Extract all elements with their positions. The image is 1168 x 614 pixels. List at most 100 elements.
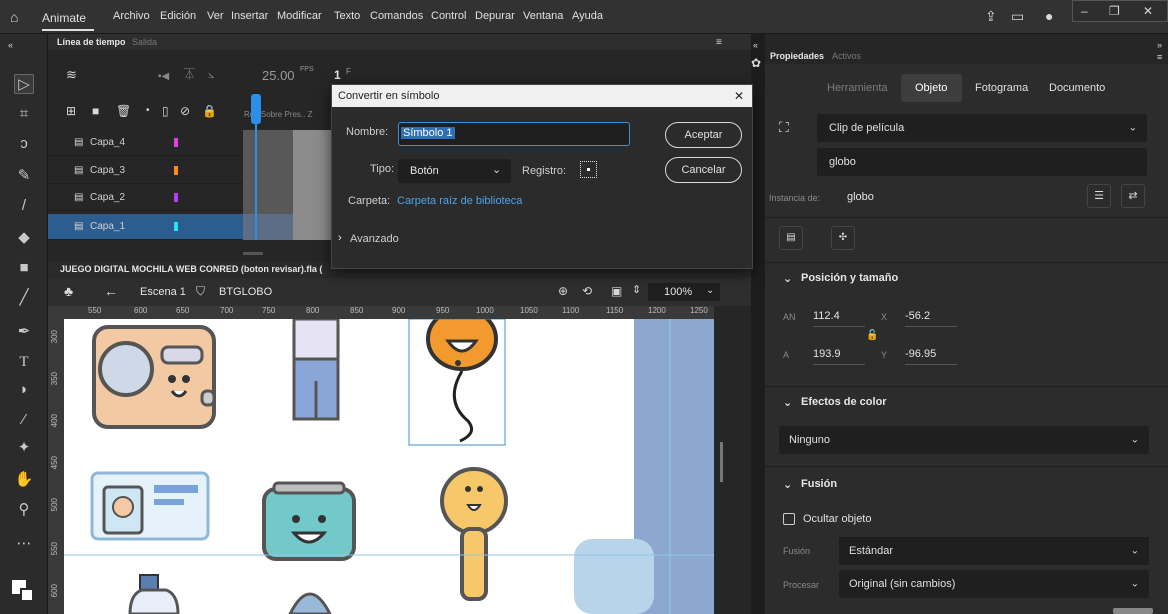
zoom-tool-icon[interactable]: ⚲	[14, 500, 34, 520]
panel-menu-icon[interactable]: ≡	[1157, 50, 1162, 64]
scene-icon[interactable]: ♣	[64, 284, 73, 298]
document-title[interactable]: JUEGO DIGITAL MOCHILA WEB CONRED (boton …	[60, 264, 322, 274]
layer-row[interactable]: ▤ Capa_4	[48, 130, 243, 156]
menu-insertar[interactable]: Insertar	[231, 10, 268, 22]
stage-scrollbar[interactable]	[720, 442, 723, 482]
subtab-fotograma[interactable]: Fotograma	[975, 82, 1028, 94]
lock-icon[interactable]: 🔒	[202, 104, 217, 118]
menu-ver[interactable]: Ver	[207, 10, 224, 22]
hide-icon[interactable]: ⊘	[180, 104, 190, 118]
fill-color-swatch[interactable]	[20, 588, 34, 602]
color-effect-select[interactable]: Ninguno ⌄	[779, 426, 1149, 454]
maximize-icon[interactable]: ❐	[1109, 4, 1120, 18]
registration-grid-icon[interactable]	[580, 161, 597, 178]
symbol-type-select[interactable]: Clip de película ⌄	[817, 114, 1147, 142]
close-icon[interactable]: ✕	[1143, 4, 1153, 18]
layer-name[interactable]: Capa_1	[90, 221, 125, 232]
color-effects-title[interactable]: Efectos de color	[801, 396, 887, 408]
eyedropper-tool-icon[interactable]: ⁄	[14, 410, 34, 430]
parent-icon[interactable]: ⏄	[184, 68, 195, 82]
subtab-herramienta[interactable]: Herramienta	[827, 82, 888, 94]
selection-tool-icon[interactable]: ▷	[14, 74, 34, 94]
menu-control[interactable]: Control	[431, 10, 466, 22]
cancel-button[interactable]: Cancelar	[665, 157, 742, 183]
color-wheel-icon[interactable]: ✿	[751, 56, 761, 70]
hide-object-label[interactable]: Ocultar objeto	[803, 513, 871, 525]
zoom-select[interactable]: 100% ⌄	[648, 283, 720, 301]
graph-icon[interactable]: ⦣	[208, 68, 214, 82]
new-folder-icon[interactable]: ■	[92, 104, 99, 118]
type-select[interactable]: Botón ⌄	[398, 159, 511, 183]
symbol-name[interactable]: BTGLOBO	[219, 286, 272, 298]
ok-button[interactable]: Aceptar	[665, 122, 742, 148]
menu-ventana[interactable]: Ventana	[523, 10, 563, 22]
rectangle-tool-icon[interactable]: ■	[14, 258, 34, 278]
height-value[interactable]: 193.9	[813, 348, 841, 360]
hand-tool-icon[interactable]: ✋	[14, 470, 34, 490]
tab-timeline[interactable]: Línea de tiempo	[57, 37, 126, 47]
layer-name[interactable]: Capa_3	[90, 165, 125, 176]
pen-tool-icon[interactable]: ✒	[14, 322, 34, 342]
lock-ratio-icon[interactable]: 🔓	[866, 329, 878, 343]
close-icon[interactable]: ✕	[734, 89, 744, 103]
hide-object-checkbox[interactable]	[783, 513, 795, 525]
text-tool-icon[interactable]: T	[14, 352, 34, 372]
chevron-down-icon[interactable]: ⌄	[783, 272, 792, 285]
swap-icon[interactable]: ⇄	[1121, 184, 1145, 208]
process-select[interactable]: Original (sin cambios) ⌄	[839, 570, 1149, 598]
keyframes[interactable]	[293, 130, 331, 240]
align-icon[interactable]: ▤	[779, 226, 803, 250]
menu-archivo[interactable]: Archivo	[113, 10, 150, 22]
brush-tool-icon[interactable]: ✎	[14, 166, 34, 186]
bottom-control[interactable]	[1113, 608, 1153, 614]
paint-bucket-tool-icon[interactable]: ◗	[14, 380, 34, 400]
menu-ayuda[interactable]: Ayuda	[572, 10, 603, 22]
blend-title[interactable]: Fusión	[801, 478, 837, 490]
menu-comandos[interactable]: Comandos	[370, 10, 423, 22]
zoom-stepper-icon[interactable]: ⇕	[632, 283, 641, 297]
instance-of-value[interactable]: globo	[847, 191, 874, 203]
new-layer-icon[interactable]: ⊞	[66, 104, 76, 118]
collapse-icon[interactable]: «	[8, 38, 13, 52]
x-value[interactable]: -56.2	[905, 310, 930, 322]
line-tool-icon[interactable]: ╱	[14, 288, 34, 308]
frame-number[interactable]: 1	[334, 68, 341, 82]
outline-icon[interactable]: ▯	[162, 104, 169, 118]
subtab-objeto[interactable]: Objeto	[915, 82, 947, 94]
chevron-down-icon[interactable]: ⌄	[783, 478, 792, 491]
tab-assets[interactable]: Activos	[832, 51, 861, 61]
layer-row[interactable]: ▤ Capa_2	[48, 185, 243, 211]
fps-value[interactable]: 25.00	[262, 68, 295, 83]
width-value[interactable]: 112.4	[813, 310, 840, 322]
transform-icon[interactable]: ✣	[831, 226, 855, 250]
y-value[interactable]: -96.95	[905, 348, 936, 360]
share-icon[interactable]: ⇪	[985, 9, 997, 23]
menu-texto[interactable]: Texto	[334, 10, 360, 22]
minimize-icon[interactable]: –	[1081, 4, 1088, 18]
dot-icon[interactable]: •	[146, 104, 150, 118]
layer-row-selected[interactable]: ▤ Capa_1	[48, 214, 243, 240]
chevron-down-icon[interactable]: ⌄	[783, 396, 792, 409]
position-size-title[interactable]: Posición y tamaño	[801, 272, 898, 284]
stage-canvas[interactable]	[64, 319, 714, 614]
panel-menu-icon[interactable]: ≡	[716, 36, 722, 50]
timeline-scrollbar[interactable]	[243, 252, 263, 255]
playhead[interactable]	[251, 94, 261, 124]
pencil-tool-icon[interactable]: /	[14, 196, 34, 216]
menu-modificar[interactable]: Modificar	[277, 10, 322, 22]
collapse-icon[interactable]: «	[753, 38, 758, 52]
center-stage-icon[interactable]: ⊕	[558, 284, 568, 298]
tab-properties[interactable]: Propiedades	[770, 51, 824, 61]
camera-icon[interactable]: ▪◀	[158, 70, 169, 84]
adjust-icon[interactable]: ☰	[1087, 184, 1111, 208]
layers-icon[interactable]: ≋	[66, 68, 77, 82]
delete-layer-icon[interactable]: 🗑	[116, 104, 131, 118]
workspace-icon[interactable]: ▭	[1011, 9, 1024, 23]
chevron-right-icon[interactable]: ›	[338, 232, 342, 244]
advanced-toggle[interactable]: Avanzado	[350, 233, 399, 245]
back-arrow-icon[interactable]: ←	[104, 284, 118, 298]
blend-select[interactable]: Estándar ⌄	[839, 537, 1149, 565]
lasso-tool-icon[interactable]: ↄ	[14, 134, 34, 154]
eraser-tool-icon[interactable]: ◆	[14, 228, 34, 248]
menu-edicion[interactable]: Edición	[160, 10, 196, 22]
